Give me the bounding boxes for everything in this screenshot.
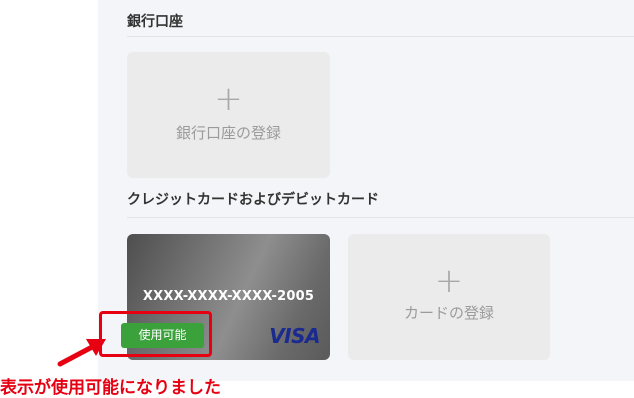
card-section-divider [127, 217, 634, 218]
arrow-icon [57, 339, 106, 367]
plus-icon: + [214, 79, 243, 119]
card-section-title: クレジットカードおよびデビットカード [127, 192, 379, 208]
add-card-button[interactable]: + カードの登録 [348, 234, 550, 360]
annotation-text: 表示が使用可能になりました [0, 378, 221, 398]
visa-logo: VISA [269, 324, 320, 348]
plus-icon: + [434, 261, 464, 301]
status-badge: 使用可能 [121, 323, 204, 348]
add-bank-account-button[interactable]: + 銀行口座の登録 [127, 52, 330, 178]
add-card-label: カードの登録 [403, 304, 494, 322]
bank-section-title: 銀行口座 [127, 14, 183, 30]
bank-section-divider [127, 36, 634, 37]
add-bank-account-label: 銀行口座の登録 [175, 124, 281, 142]
card-number: XXXX-XXXX-XXXX-2005 [142, 289, 315, 304]
